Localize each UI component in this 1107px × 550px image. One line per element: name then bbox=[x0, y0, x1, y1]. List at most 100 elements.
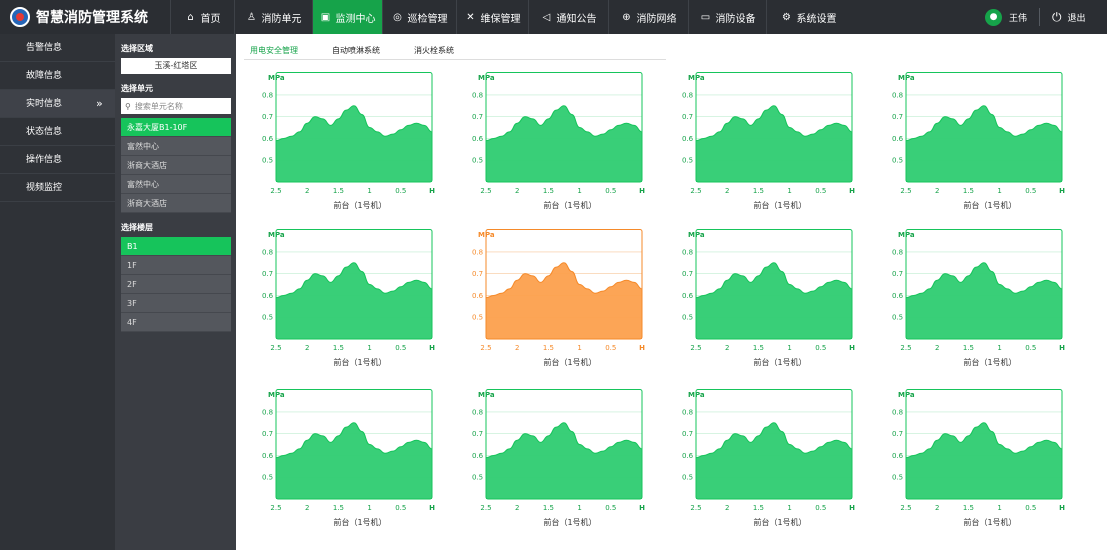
x-tick-label: 1 bbox=[367, 344, 371, 352]
y-tick-label: 0.7 bbox=[682, 113, 693, 121]
x-axis-label: 前台（1号机） bbox=[753, 517, 806, 527]
monitor-icon: ▣ bbox=[320, 11, 331, 23]
x-tick-label: 2 bbox=[305, 344, 309, 352]
unit-item[interactable]: 富然中心 bbox=[121, 175, 231, 194]
floor-item[interactable]: 2F bbox=[121, 275, 231, 294]
pressure-chart[interactable]: MPa 0.8 0.7 0.6 0.5 2.5 2 1.5 1 0.5 H 前台（1号机） bbox=[892, 229, 1086, 379]
sidebar-item[interactable]: 实时信息 » bbox=[0, 90, 115, 118]
area-series bbox=[486, 422, 642, 499]
nav-item-home[interactable]: ⌂ 首页 bbox=[170, 0, 234, 34]
x-tick-label: 0.5 bbox=[605, 504, 616, 512]
area-series bbox=[696, 262, 852, 339]
sidebar-item[interactable]: 故障信息 bbox=[0, 62, 115, 90]
region-select[interactable]: 玉溪-红塔区 bbox=[121, 58, 231, 74]
x-tick-label: 2.5 bbox=[480, 187, 491, 195]
x-axis-label: 前台（1号机） bbox=[543, 517, 596, 527]
x-tick-label: 1 bbox=[577, 187, 581, 195]
floor-item[interactable]: B1 bbox=[121, 237, 231, 256]
y-tick-label: 0.8 bbox=[682, 408, 693, 416]
x-tick-label: 1.5 bbox=[963, 187, 974, 195]
nav-item-label: 监测中心 bbox=[335, 13, 376, 25]
sidebar-item-label: 实时信息 bbox=[26, 99, 63, 109]
pressure-chart[interactable]: MPa 0.8 0.7 0.6 0.5 2.5 2 1.5 1 0.5 H 前台（1号机） bbox=[682, 229, 876, 379]
chart-svg: MPa0.80.70.60.52.5 2 1.5 1 0.5 H前台（1号机） bbox=[892, 229, 1065, 367]
gear-icon: ⚙ bbox=[782, 11, 791, 23]
chart-svg: MPa0.80.70.60.52.5 2 1.5 1 0.5 H前台（1号机） bbox=[682, 72, 855, 210]
user-name[interactable]: 王伟 bbox=[1009, 11, 1027, 24]
x-tick-label: H bbox=[429, 187, 435, 195]
pressure-chart[interactable]: MPa 0.8 0.7 0.6 0.5 2.5 2 1.5 1 0.5 H 前台（1号机） bbox=[682, 389, 876, 539]
app-logo[interactable]: 智慧消防管理系统 bbox=[0, 0, 170, 34]
chart-svg: MPa0.80.70.60.52.5 2 1.5 1 0.5 H前台（1号机） bbox=[682, 229, 855, 367]
pressure-chart[interactable]: MPa 0.8 0.7 0.6 0.5 2.5 2 1.5 1 0.5 H 前台（1号机） bbox=[472, 389, 666, 539]
logout-button[interactable]: 退出 bbox=[1068, 11, 1086, 24]
unit-item[interactable]: 浙商大酒店 bbox=[121, 156, 231, 175]
area-series bbox=[696, 105, 852, 182]
floor-item[interactable]: 4F bbox=[121, 313, 231, 332]
subsystem-tabs: 用电安全管理 自动喷淋系统 消火栓系统 bbox=[244, 42, 666, 60]
y-tick-label: 0.5 bbox=[892, 157, 903, 165]
y-tick-label: 0.5 bbox=[472, 474, 483, 482]
unit-search-input[interactable]: ⚲ 搜索单元名称 bbox=[121, 98, 231, 114]
nav-item-globe[interactable]: ⊕ 消防网络 bbox=[608, 0, 688, 34]
floor-item[interactable]: 3F bbox=[121, 294, 231, 313]
chart-svg: MPa0.80.70.60.52.5 2 1.5 1 0.5 H前台（1号机） bbox=[682, 389, 855, 527]
chart-svg: MPa0.80.70.60.52.5 2 1.5 1 0.5 H前台（1号机） bbox=[262, 229, 435, 367]
divider bbox=[1039, 8, 1041, 26]
pressure-chart[interactable]: MPa 0.8 0.7 0.6 0.5 2.5 2 1.5 1 0.5 H 前台（1号机） bbox=[892, 72, 1086, 222]
pressure-chart[interactable]: MPa 0.8 0.7 0.6 0.5 2.5 2 1.5 1 0.5 H 前台（1号机） bbox=[262, 389, 456, 539]
x-axis-label: 前台（1号机） bbox=[333, 357, 386, 367]
y-tick-label: 0.6 bbox=[472, 452, 484, 460]
x-tick-label: H bbox=[639, 187, 645, 195]
top-bar: 智慧消防管理系统 ⌂ 首页 ♙ 消防单元 ▣ 监测中心 ◎ 巡检管理 ✕ 维保管理 ◁ 通知公告 ⊕ 消防… bbox=[0, 0, 1107, 34]
tab-0[interactable]: 用电安全管理 bbox=[244, 42, 298, 59]
x-tick-label: 0.5 bbox=[605, 187, 616, 195]
x-tick-label: 2 bbox=[305, 504, 309, 512]
y-tick-label: 0.5 bbox=[682, 474, 693, 482]
unit-item[interactable]: 永嘉大厦B1-10F bbox=[121, 118, 231, 137]
y-tick-label: 0.5 bbox=[262, 157, 273, 165]
nav-item-monitor[interactable]: ▣ 监测中心 bbox=[312, 0, 382, 34]
pressure-chart[interactable]: MPa 0.8 0.7 0.6 0.5 2.5 2 1.5 1 0.5 H 前台（1号机） bbox=[262, 72, 456, 222]
pressure-chart[interactable]: MPa 0.8 0.7 0.6 0.5 2.5 2 1.5 1 0.5 H 前台（1号机） bbox=[892, 389, 1086, 539]
nav-item-speaker[interactable]: ◁ 通知公告 bbox=[528, 0, 608, 34]
pressure-chart[interactable]: MPa 0.8 0.7 0.6 0.5 2.5 2 1.5 1 0.5 H 前台（1号机） bbox=[472, 72, 666, 222]
floor-item[interactable]: 1F bbox=[121, 256, 231, 275]
sidebar-item[interactable]: 操作信息 bbox=[0, 146, 115, 174]
nav-item-tools[interactable]: ✕ 维保管理 bbox=[456, 0, 528, 34]
home-icon: ⌂ bbox=[187, 11, 194, 23]
unit-item[interactable]: 浙商大酒店 bbox=[121, 194, 231, 213]
nav-item-location[interactable]: ◎ 巡检管理 bbox=[382, 0, 456, 34]
x-tick-label: H bbox=[1059, 504, 1065, 512]
pressure-chart[interactable]: MPa 0.8 0.7 0.6 0.5 2.5 2 1.5 1 0.5 H 前台（1号机） bbox=[472, 229, 666, 379]
x-axis-label: 前台（1号机） bbox=[753, 357, 806, 367]
x-tick-label: 2 bbox=[725, 504, 729, 512]
unit-item[interactable]: 富然中心 bbox=[121, 137, 231, 156]
x-tick-label: 2 bbox=[515, 187, 519, 195]
y-tick-label: 0.8 bbox=[892, 91, 903, 99]
sidebar-item-label: 视频监控 bbox=[26, 183, 63, 193]
sidebar-item[interactable]: 告警信息 bbox=[0, 34, 115, 62]
area-series bbox=[276, 422, 432, 499]
main-nav: ⌂ 首页 ♙ 消防单元 ▣ 监测中心 ◎ 巡检管理 ✕ 维保管理 ◁ 通知公告 ⊕ 消防网络 ▭ 消防设备 ⚙ 系… bbox=[170, 0, 850, 34]
x-tick-label: 1.5 bbox=[333, 187, 344, 195]
sidebar-item[interactable]: 视频监控 bbox=[0, 174, 115, 202]
tab-2[interactable]: 消火栓系统 bbox=[408, 42, 454, 59]
x-tick-label: 1 bbox=[787, 504, 791, 512]
x-tick-label: 2 bbox=[935, 344, 939, 352]
pressure-chart[interactable]: MPa 0.8 0.7 0.6 0.5 2.5 2 1.5 1 0.5 H 前台（1号机） bbox=[262, 229, 456, 379]
avatar-icon[interactable]: ● bbox=[985, 8, 1002, 26]
x-tick-label: 0.5 bbox=[395, 187, 406, 195]
nav-item-label: 巡检管理 bbox=[407, 13, 448, 25]
y-tick-label: 0.6 bbox=[892, 452, 904, 460]
nav-item-gear[interactable]: ⚙ 系统设置 bbox=[766, 0, 850, 34]
area-series bbox=[696, 422, 852, 499]
sidebar-item[interactable]: 状态信息 bbox=[0, 118, 115, 146]
y-tick-label: 0.7 bbox=[892, 270, 903, 278]
power-icon[interactable]: ⏻ bbox=[1052, 10, 1062, 25]
nav-item-device[interactable]: ▭ 消防设备 bbox=[688, 0, 766, 34]
pressure-chart[interactable]: MPa 0.8 0.7 0.6 0.5 2.5 2 1.5 1 0.5 H 前台（1号机） bbox=[682, 72, 876, 222]
tab-1[interactable]: 自动喷淋系统 bbox=[326, 42, 380, 59]
device-icon: ▭ bbox=[700, 11, 711, 23]
nav-item-extinguisher[interactable]: ♙ 消防单元 bbox=[234, 0, 312, 34]
